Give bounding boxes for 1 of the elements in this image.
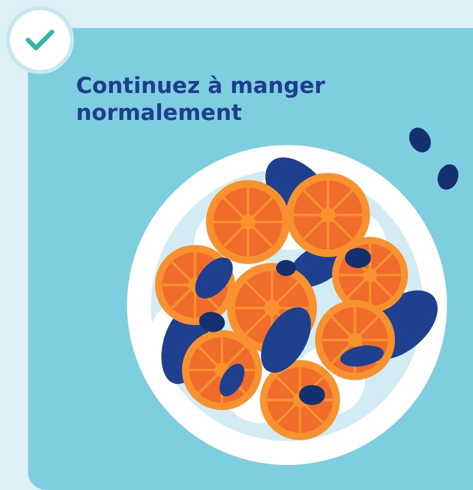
card-title: Continuez à manger normalement bbox=[76, 73, 326, 127]
